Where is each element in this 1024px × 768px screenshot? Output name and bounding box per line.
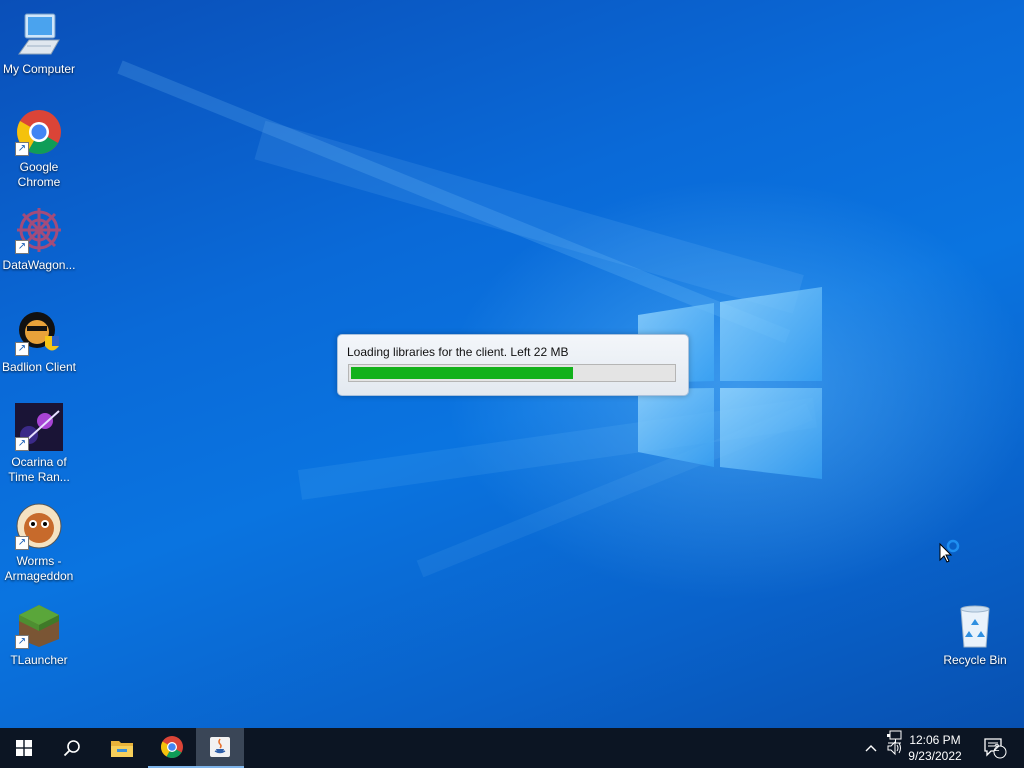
desktop-icon-label: DataWagon... bbox=[2, 258, 76, 272]
desktop-icon-label: My Computer bbox=[2, 62, 76, 76]
desktop-icon-ocarina-of-time[interactable]: ↗ Ocarina of Time Ran... bbox=[0, 403, 78, 485]
clock-date: 9/23/2022 bbox=[908, 749, 962, 763]
clock-time: 12:06 PM bbox=[909, 733, 961, 747]
progress-bar-fill bbox=[351, 367, 573, 379]
start-icon bbox=[16, 740, 32, 756]
chevron-up-icon bbox=[865, 745, 877, 752]
file-explorer-icon bbox=[111, 741, 133, 757]
recycle-bin-icon bbox=[960, 605, 990, 648]
taskbar-clock[interactable]: 12:06 PM 9/23/2022 bbox=[900, 732, 970, 764]
shortcut-arrow-icon: ↗ bbox=[15, 635, 29, 649]
desktop-icon-label: Recycle Bin bbox=[943, 653, 1007, 667]
taskbar: 12:06 PM 9/23/2022 2 bbox=[0, 728, 1024, 768]
desktop-icon-worms-armageddon[interactable]: ↗ Worms - Armageddon bbox=[0, 502, 78, 584]
desktop-icon-badlion-client[interactable]: ↗ Badlion Client bbox=[0, 308, 78, 375]
show-hidden-icons-button[interactable] bbox=[860, 728, 882, 768]
desktop-icon-datawagon[interactable]: ↗ DataWagon... bbox=[0, 206, 78, 273]
desktop-icon-my-computer[interactable]: My Computer bbox=[0, 10, 78, 77]
shortcut-arrow-icon: ↗ bbox=[15, 342, 29, 356]
shortcut-arrow-icon: ↗ bbox=[15, 240, 29, 254]
desktop: My Computer ↗ Google Chrome ↗ DataWagon.… bbox=[0, 0, 1024, 728]
busy-cursor-icon bbox=[939, 539, 960, 563]
shortcut-arrow-icon: ↗ bbox=[15, 437, 29, 451]
taskbar-file-explorer[interactable] bbox=[98, 728, 146, 768]
desktop-icon-tlauncher[interactable]: ↗ TLauncher bbox=[0, 601, 78, 668]
desktop-icon-recycle-bin[interactable]: Recycle Bin bbox=[936, 601, 1014, 668]
desktop-icon-label: Worms - Armageddon bbox=[4, 554, 74, 583]
java-icon bbox=[210, 737, 230, 757]
search-icon bbox=[63, 740, 80, 757]
desktop-icon-label: Ocarina of Time Ran... bbox=[8, 455, 70, 484]
notification-count-badge: 2 bbox=[994, 743, 1000, 754]
computer-icon bbox=[18, 13, 60, 55]
shortcut-arrow-icon: ↗ bbox=[15, 536, 29, 550]
loading-message: Loading libraries for the client. Left 2… bbox=[347, 345, 569, 359]
chrome-icon bbox=[161, 736, 183, 758]
desktop-icon-google-chrome[interactable]: ↗ Google Chrome bbox=[0, 108, 78, 190]
desktop-icon-label: TLauncher bbox=[10, 653, 68, 667]
shortcut-arrow-icon: ↗ bbox=[15, 142, 29, 156]
loading-dialog: Loading libraries for the client. Left 2… bbox=[337, 334, 689, 396]
desktop-icon-label: Badlion Client bbox=[1, 360, 77, 374]
progress-bar bbox=[348, 364, 676, 382]
taskbar-chrome[interactable] bbox=[148, 728, 196, 768]
start-button[interactable] bbox=[0, 728, 48, 768]
desktop-icon-label: Google Chrome bbox=[17, 160, 61, 189]
action-center-button[interactable]: 2 bbox=[980, 728, 1010, 768]
search-button[interactable] bbox=[48, 728, 96, 768]
taskbar-java-app[interactable] bbox=[196, 728, 244, 768]
